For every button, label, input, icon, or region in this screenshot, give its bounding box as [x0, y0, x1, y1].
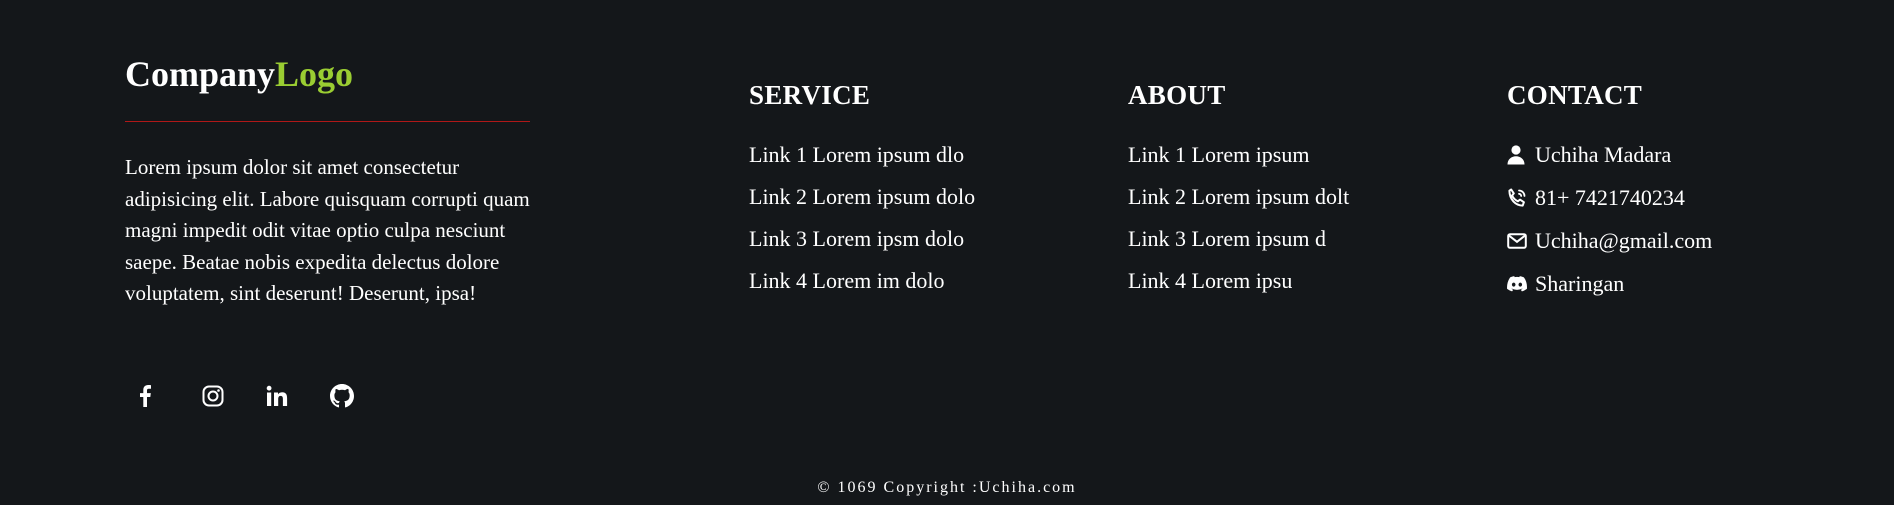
discord-icon: [1507, 276, 1527, 292]
facebook-link[interactable]: [138, 380, 202, 412]
logo-main-text: Company: [125, 54, 276, 94]
instagram-icon: [202, 385, 224, 407]
brand-divider: [125, 121, 530, 122]
service-links: Link 1 Lorem ipsum dlo Link 2 Lorem ipsu…: [749, 142, 975, 294]
github-icon: [330, 384, 354, 408]
brand-section: CompanyLogo Lorem ipsum dolor sit amet c…: [125, 52, 530, 331]
company-logo[interactable]: CompanyLogo: [125, 52, 530, 96]
logo-accent-text: Logo: [275, 54, 354, 94]
github-link[interactable]: [330, 380, 394, 412]
facebook-icon: [140, 385, 151, 407]
brand-description: Lorem ipsum dolor sit amet consectetur a…: [125, 155, 530, 305]
copyright-text: © 1069 Copyright :Uchiha.com: [817, 479, 1077, 496]
contact-name[interactable]: Uchiha Madara: [1507, 142, 1712, 168]
about-link-4[interactable]: Link 4 Lorem ipsu: [1128, 268, 1349, 294]
service-link-2[interactable]: Link 2 Lorem ipsum dolo: [749, 184, 975, 210]
linkedin-link[interactable]: [266, 380, 330, 412]
envelope-icon: [1507, 233, 1527, 249]
service-link-1[interactable]: Link 1 Lorem ipsum dlo: [749, 142, 975, 168]
service-heading: SERVICE: [749, 80, 871, 110]
about-heading: ABOUT: [1128, 80, 1226, 110]
service-link-3[interactable]: Link 3 Lorem ipsm dolo: [749, 226, 975, 252]
user-icon: [1507, 145, 1525, 165]
contact-email[interactable]: Uchiha@gmail.com: [1507, 228, 1712, 254]
contact-discord-text: Sharingan: [1535, 271, 1625, 296]
site-footer: CompanyLogo Lorem ipsum dolor sit amet c…: [0, 0, 1894, 505]
contact-name-text: Uchiha Madara: [1535, 142, 1672, 167]
about-link-1[interactable]: Link 1 Lorem ipsum: [1128, 142, 1349, 168]
about-link-3[interactable]: Link 3 Lorem ipsum d: [1128, 226, 1349, 252]
contact-phone[interactable]: 81+ 7421740234: [1507, 185, 1712, 211]
contact-discord[interactable]: Sharingan: [1507, 271, 1712, 297]
contact-phone-text: 81+ 7421740234: [1535, 185, 1685, 210]
phone-icon: [1508, 188, 1526, 207]
about-column: ABOUT Link 1 Lorem ipsum Link 2 Lorem ip…: [1128, 78, 1349, 310]
about-links: Link 1 Lorem ipsum Link 2 Lorem ipsum do…: [1128, 142, 1349, 294]
contact-heading: CONTACT: [1507, 80, 1643, 110]
service-column: SERVICE Link 1 Lorem ipsum dlo Link 2 Lo…: [749, 78, 975, 310]
contact-items: Uchiha Madara 81+ 7421740234 Uchiha@gmai…: [1507, 142, 1712, 297]
about-link-2[interactable]: Link 2 Lorem ipsum dolt: [1128, 184, 1349, 210]
social-links: [138, 380, 394, 412]
contact-email-text: Uchiha@gmail.com: [1535, 228, 1713, 253]
linkedin-icon: [266, 385, 288, 406]
contact-column: CONTACT Uchiha Madara 81+ 7421740234 Uch…: [1507, 78, 1712, 314]
instagram-link[interactable]: [202, 380, 266, 412]
service-link-4[interactable]: Link 4 Lorem im dolo: [749, 268, 975, 294]
